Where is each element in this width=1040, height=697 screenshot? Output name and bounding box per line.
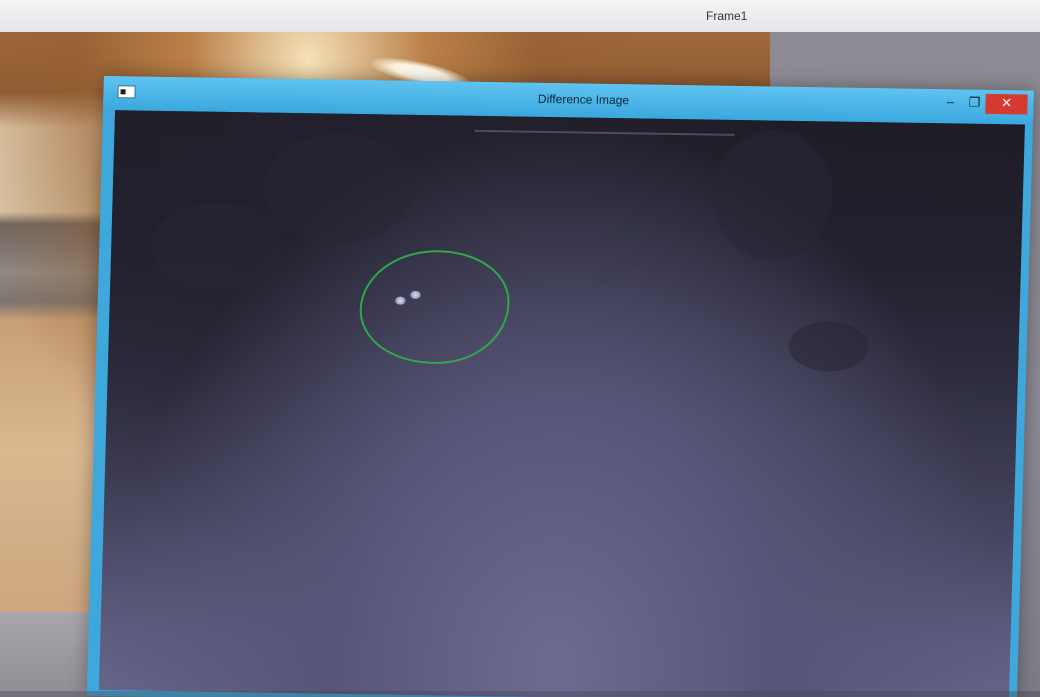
minimize-icon[interactable]: ‒ [937,93,964,113]
maximize-icon[interactable]: ❐ [961,93,988,113]
difference-image-canvas [98,110,1025,697]
frame1-title: Frame1 [706,9,748,23]
difference-image-title: Difference Image [537,91,630,108]
ghost-object [711,129,835,262]
difference-image-window: Difference Image ‒ ❐ ✕ [86,76,1034,697]
annotation-circle [355,243,514,371]
desktop-screen: Frame1 Difference Image ‒ ❐ ✕ [0,0,1040,697]
close-icon[interactable]: ✕ [985,93,1028,115]
ghost-object [150,200,283,293]
monitor-bezel-edge [0,691,1040,697]
ghost-object [787,320,870,373]
frame1-titlebar[interactable]: Frame1 [0,0,1040,33]
ghost-object [261,132,415,245]
faint-edge-line [474,129,735,136]
